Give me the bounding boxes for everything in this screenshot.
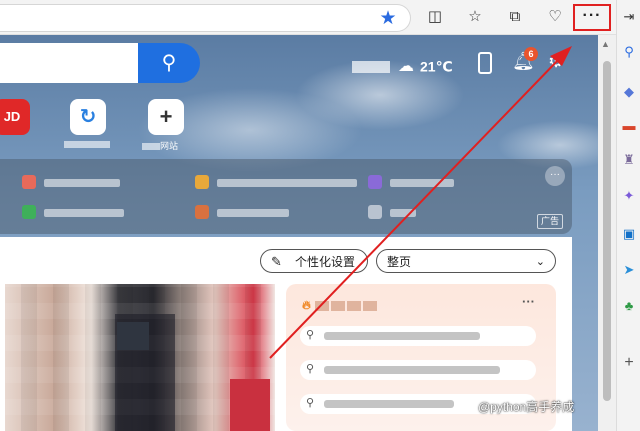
app-logo-icon: ↻ xyxy=(79,106,97,128)
copilot-icon[interactable]: ✦ xyxy=(621,188,637,204)
scroll-up-icon[interactable]: ▲ xyxy=(601,39,610,49)
tools-icon[interactable]: ▬ xyxy=(621,118,637,134)
hot-search-item[interactable]: ⚲ xyxy=(300,326,536,346)
shortcut-app[interactable]: ↻ xyxy=(70,99,106,135)
search-icon: ⚲ xyxy=(306,397,315,409)
address-bar[interactable]: ★ xyxy=(0,4,411,32)
tree-icon[interactable]: ♣ xyxy=(621,298,637,314)
scroll-thumb[interactable] xyxy=(603,61,611,401)
ad-tag: 广告 xyxy=(537,214,564,229)
browser-toolbar: ★ ◫ ☆ ⧉ ♡ ··· xyxy=(0,0,616,35)
flame-icon: 🔥︎ xyxy=(302,298,311,312)
edge-sidebar: ⇥ ⚲ ◆ ▬ ♜ ✦ ▣ ➤ ♣ + xyxy=(616,0,640,431)
temperature: 21℃ xyxy=(420,58,453,75)
gear-icon[interactable]: ⚙ xyxy=(548,51,564,72)
personalize-button[interactable]: ✎ 个性化设置 xyxy=(260,249,368,273)
add-shortcut-button[interactable]: + xyxy=(148,99,184,135)
telegram-icon[interactable]: ➤ xyxy=(621,262,637,278)
partly-cloudy-icon: ☁ xyxy=(398,57,414,75)
notification-badge: 6 xyxy=(524,47,538,61)
watermark: @python高手养成 xyxy=(478,400,575,414)
hot-search-item[interactable]: ⚲ xyxy=(300,360,536,380)
chevron-down-icon: ⌄ xyxy=(535,256,545,268)
jd-logo: JD xyxy=(3,109,21,124)
hot-search-title: 🔥︎ xyxy=(302,298,379,313)
hot-more-button[interactable]: ··· xyxy=(522,294,535,309)
pencil-icon: ✎ xyxy=(271,254,282,269)
shortcut-label: 网站 xyxy=(142,139,178,151)
shopping-tag-icon[interactable]: ◆ xyxy=(621,84,637,100)
search-icon: ⚲ xyxy=(306,329,315,341)
search-icon: ⚲ xyxy=(306,363,315,375)
page-scrollbar[interactable]: ▲ xyxy=(598,35,616,431)
favorite-star-icon[interactable]: ★ xyxy=(376,7,400,31)
more-menu-button[interactable]: ··· xyxy=(573,4,611,31)
favorites-icon[interactable]: ☆ xyxy=(464,6,486,28)
news-image[interactable] xyxy=(5,284,275,431)
games-icon[interactable]: ♜ xyxy=(621,152,637,168)
search-icon[interactable]: ⚲ xyxy=(621,44,637,60)
shortcut-label xyxy=(64,139,110,149)
personalize-label: 个性化设置 xyxy=(295,255,356,269)
collections-icon[interactable]: ⧉ xyxy=(504,6,526,28)
search-input[interactable] xyxy=(0,43,140,83)
new-tab-page: ⚲ ☁ 21℃ 🔔︎ 6 ⚙ JD ↻ + 网站 ··· 广告 ✎ 个性化设置 整… xyxy=(0,35,598,431)
search-button[interactable]: ⚲ xyxy=(138,43,200,83)
shortcut-jd[interactable]: JD xyxy=(0,99,30,135)
sidebar-exit-icon[interactable]: ⇥ xyxy=(621,9,637,25)
split-screen-icon[interactable]: ◫ xyxy=(424,6,446,28)
weather-widget[interactable]: ☁ 21℃ xyxy=(352,55,453,77)
sponsored-links-panel: ··· 广告 xyxy=(0,159,572,234)
blurred-location xyxy=(352,60,390,73)
search-icon: ⚲ xyxy=(161,52,177,74)
browser-essentials-icon[interactable]: ♡ xyxy=(544,6,566,28)
phone-icon[interactable] xyxy=(478,52,492,74)
plus-icon: + xyxy=(159,104,173,129)
add-icon[interactable]: + xyxy=(621,355,637,371)
ad-more-button[interactable]: ··· xyxy=(545,166,565,186)
outlook-icon[interactable]: ▣ xyxy=(621,226,637,242)
layout-select[interactable]: 整页 ⌄ xyxy=(376,249,556,273)
layout-label: 整页 xyxy=(387,255,412,269)
